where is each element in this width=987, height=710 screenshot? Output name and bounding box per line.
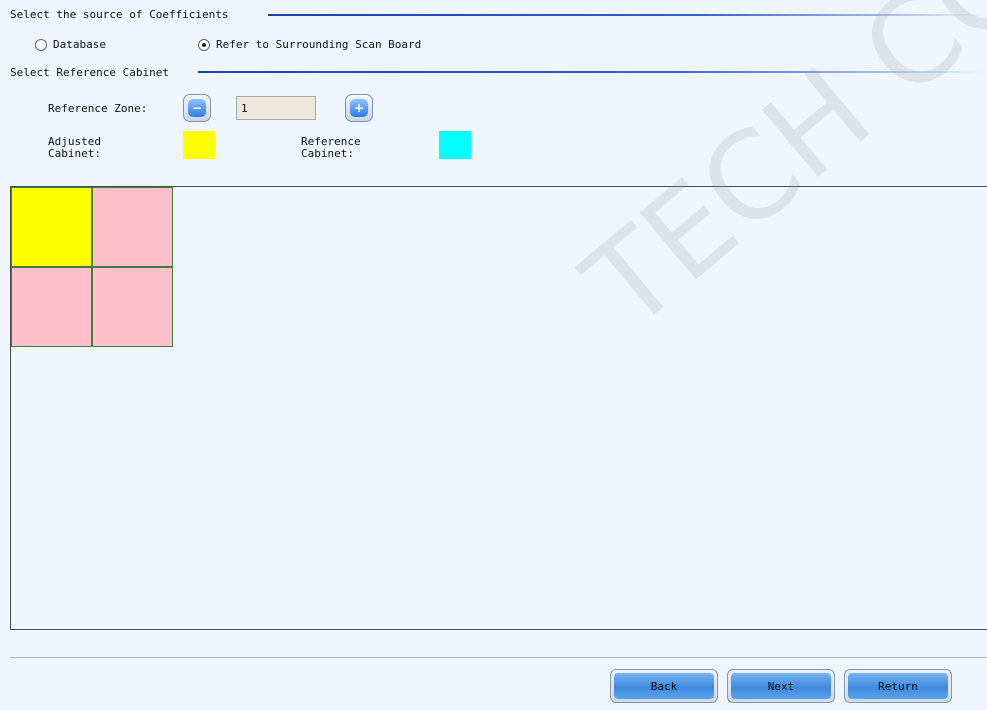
cabinet-cell[interactable] — [92, 267, 173, 347]
footer-divider — [10, 657, 987, 658]
zone-decrement-button[interactable]: − — [183, 94, 211, 122]
reference-zone-label: Reference Zone: — [48, 102, 148, 115]
plus-icon: + — [350, 99, 368, 117]
radio-database-label: Database — [53, 38, 106, 51]
source-section-divider — [268, 14, 987, 16]
next-button[interactable]: Next — [727, 669, 835, 703]
zone-increment-button[interactable]: + — [345, 94, 373, 122]
return-button[interactable]: Return — [844, 669, 952, 703]
minus-icon: − — [188, 99, 206, 117]
radio-surrounding-scan-board[interactable]: Refer to Surrounding Scan Board — [198, 38, 421, 51]
next-button-label: Next — [731, 673, 831, 699]
reference-cabinet-swatch — [439, 131, 471, 159]
adjusted-cabinet-swatch — [183, 131, 215, 159]
reference-zone-input[interactable] — [236, 96, 316, 120]
adjusted-cabinet-label: Adjusted Cabinet: — [48, 135, 101, 160]
radio-surrounding-circle[interactable] — [198, 38, 210, 51]
source-section-title: Select the source of Coefficients — [10, 8, 229, 21]
return-button-label: Return — [848, 673, 948, 699]
reference-section-title: Select Reference Cabinet — [10, 66, 169, 79]
radio-database[interactable]: Database — [35, 38, 106, 51]
back-button[interactable]: Back — [610, 669, 718, 703]
reference-cabinet-label: Reference Cabinet: — [301, 135, 361, 160]
reference-section-divider — [198, 71, 987, 73]
back-button-label: Back — [614, 673, 714, 699]
radio-surrounding-label: Refer to Surrounding Scan Board — [216, 38, 422, 51]
radio-database-circle[interactable] — [35, 38, 47, 51]
cabinet-cell[interactable] — [11, 187, 92, 267]
cabinet-cell[interactable] — [11, 267, 92, 347]
cabinet-layout-area[interactable] — [10, 186, 987, 630]
cabinet-cell[interactable] — [92, 187, 173, 267]
